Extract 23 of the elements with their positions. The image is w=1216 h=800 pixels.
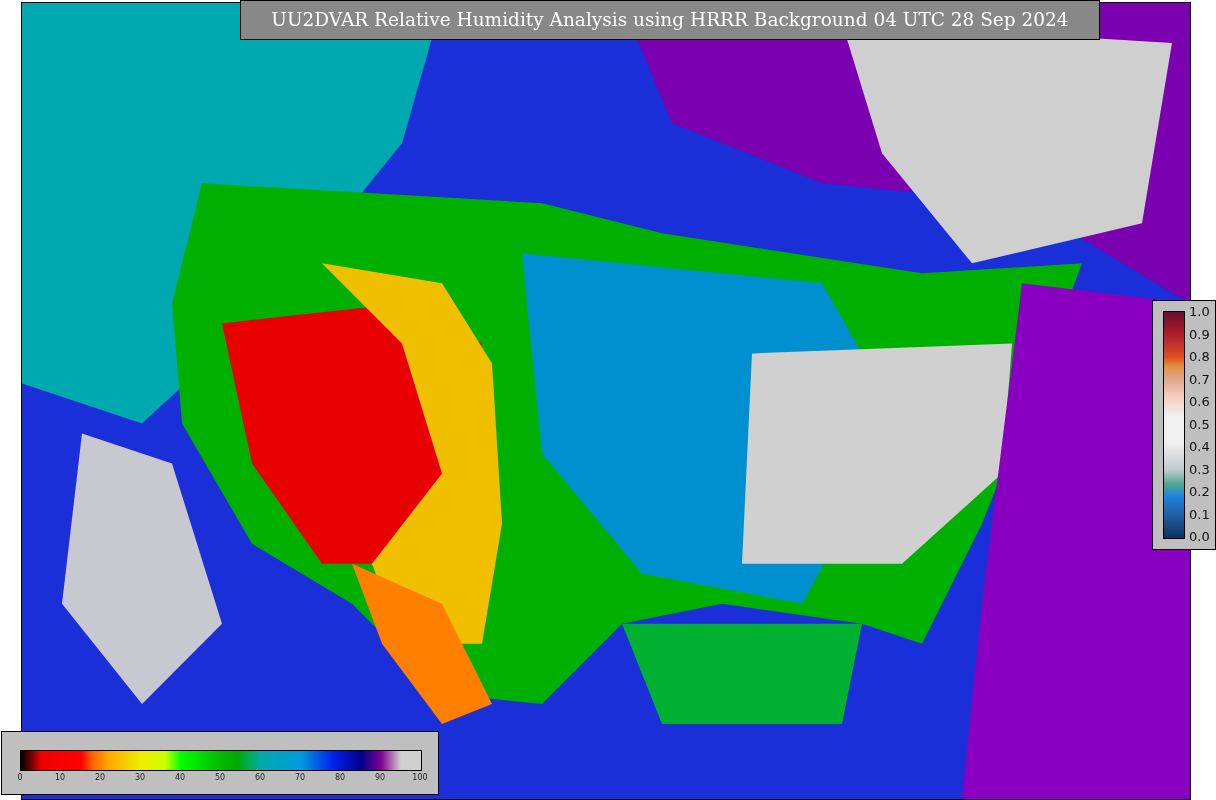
tick-label: 0.2 <box>1189 484 1210 499</box>
tick-label: 40 <box>174 773 186 782</box>
tick-label: 0.8 <box>1189 349 1210 364</box>
tick-label: 60 <box>254 773 266 782</box>
tick-label: 0.0 <box>1189 529 1210 544</box>
tick-label: 80 <box>334 773 346 782</box>
tick-label: 0.5 <box>1189 416 1210 432</box>
tick-label: 90 <box>374 773 386 782</box>
tick-label: 0 <box>17 773 23 782</box>
tick-label: 70 <box>294 773 306 782</box>
tick-label: 30 <box>134 773 146 782</box>
tick-label: 0.6 <box>1189 394 1210 409</box>
tick-label: 0.9 <box>1189 326 1210 342</box>
tick-label: 20 <box>94 773 106 782</box>
tick-label: 100 <box>412 773 428 782</box>
map-title: UU2DVAR Relative Humidity Analysis using HRRR Background 04 UTC 28 Sep 2024 <box>240 0 1100 40</box>
tick-label: 50 <box>214 773 226 782</box>
tick-label: 0.1 <box>1189 506 1210 522</box>
tick-label: 0.4 <box>1189 439 1210 454</box>
tick-label: 0.7 <box>1189 371 1210 387</box>
tick-label: 10 <box>54 773 66 782</box>
tick-label: 1.0 <box>1189 304 1210 319</box>
tick-label: 0.3 <box>1189 461 1210 477</box>
